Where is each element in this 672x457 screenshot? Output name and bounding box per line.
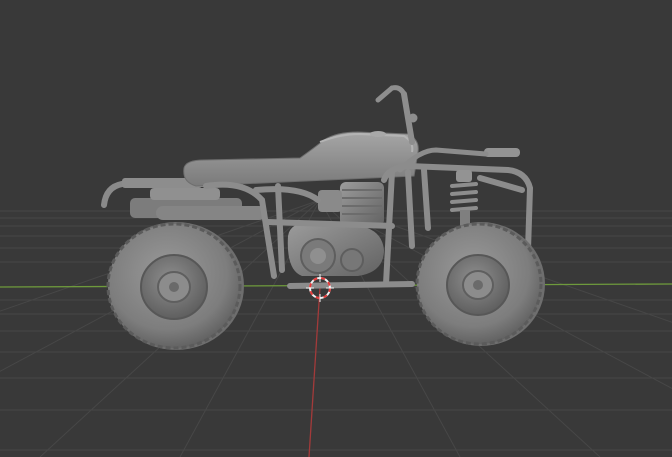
viewport-canvas[interactable] (0, 0, 672, 457)
3d-viewport[interactable] (0, 0, 672, 457)
engine (287, 182, 384, 276)
rear-wheel (106, 222, 244, 350)
front-wheel (415, 222, 545, 346)
y-axis-line (308, 286, 321, 457)
atv-model[interactable] (101, 85, 545, 350)
exhaust-pipe (156, 206, 266, 220)
